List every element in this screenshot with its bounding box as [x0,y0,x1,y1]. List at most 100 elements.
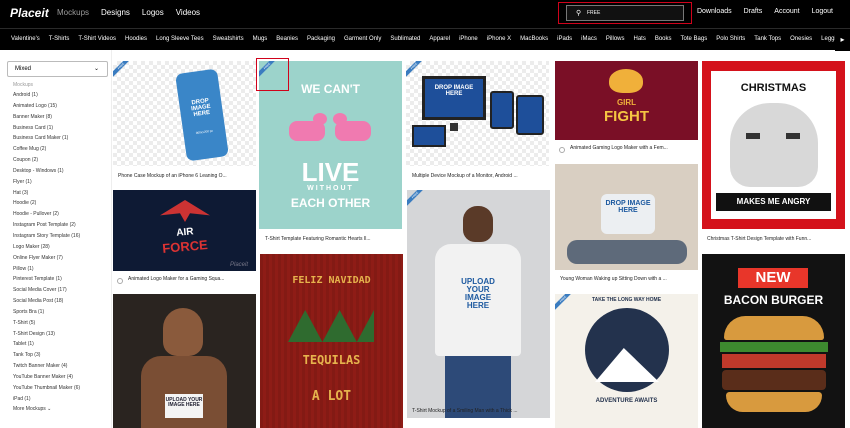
tshirt-image: UPLOAD YOUR IMAGE HERE [435,244,521,356]
sidebar-filter-item[interactable]: Android (1) [13,90,104,101]
category-link[interactable]: Books [655,36,672,42]
sidebar-filter-item[interactable]: YouTube Thumbnail Maker (6) [13,383,104,394]
tile-air-force-logo[interactable]: AIR FORCE Placeit [113,190,256,271]
category-link[interactable]: Polo Shirts [716,36,745,42]
sidebar-filter-item[interactable]: T-Shirt Design (13) [13,329,104,340]
account-nav: Downloads Drafts Account Logout [697,8,833,15]
sidebar-filter-item[interactable]: Business Card (1) [13,123,104,134]
category-link[interactable]: Sweatshirts [213,36,244,42]
category-link[interactable]: Tank Tops [754,36,781,42]
sidebar-filter-item[interactable]: Logo Maker (28) [13,242,104,253]
tile-caption[interactable]: T-Shirt Mockup of a Smiling Man with a T… [412,408,550,417]
placeit-logo[interactable]: Placeit [10,6,49,20]
sidebar-filter-item[interactable]: Coffee Mug (2) [13,144,104,155]
tile-phone-case[interactable]: DROP IMAGE HERE 900x1200 px [113,61,256,166]
play-icon[interactable] [559,147,565,153]
sidebar-filter-item[interactable]: Banner Maker (8) [13,112,104,123]
tile-pillow[interactable]: DROP IMAGE HERE [555,164,698,270]
category-link[interactable]: Valentine's [11,36,40,42]
sidebar-filter-item[interactable]: Instagram Post Template (2) [13,220,104,231]
sidebar-filter-item[interactable]: Desktop - Windows (1) [13,166,104,177]
tile-christmas-sweater[interactable]: FELIZ NAVIDAD TEQUILAS A LOT [260,254,403,428]
category-link[interactable]: Garment Only [344,36,381,42]
category-link[interactable]: Onesies [790,36,812,42]
sidebar-filter-item[interactable]: Tablet (1) [13,339,104,350]
sidebar-section-title: Mockups [13,82,34,88]
tile-caption[interactable]: Christmas T-Shirt Design Template with F… [707,236,845,245]
sidebar-filter-item[interactable]: T-Shirt (5) [13,318,104,329]
nav-drafts[interactable]: Drafts [744,8,763,15]
tile-caption[interactable]: Animated Logo Maker for a Gaming Squa... [128,276,256,285]
sidebar-filter-item[interactable]: Flyer (1) [13,177,104,188]
sidebar-filter-item[interactable]: Animated Logo (15) [13,101,104,112]
tile-sports-bra[interactable]: UPLOAD YOUR IMAGE HERE [113,294,256,428]
category-link[interactable]: Tote Bags [681,36,708,42]
filter-dropdown[interactable]: Mixed ⌄ [7,61,108,77]
category-link[interactable]: Packaging [307,36,335,42]
free-badge: FREE [555,294,573,312]
category-link[interactable]: Beanies [276,36,298,42]
category-link[interactable]: Pillows [606,36,625,42]
nav-downloads[interactable]: Downloads [697,8,732,15]
sidebar-filter-item[interactable]: Pinterest Template (1) [13,274,104,285]
category-link[interactable]: Mugs [253,36,268,42]
category-link[interactable]: Hoodies [125,36,147,42]
category-link[interactable]: Long Sleeve Tees [156,36,204,42]
pillow-image: DROP IMAGE HERE [601,194,655,234]
sidebar-filter-item[interactable]: YouTube Banner Maker (4) [13,372,104,383]
sidebar-filter-item[interactable]: Online Flyer Maker (7) [13,253,104,264]
nav-account[interactable]: Account [774,8,799,15]
laptop-image [412,125,446,147]
category-link[interactable]: Sublimated [390,36,420,42]
category-link[interactable]: iPhone X [487,36,511,42]
search-input[interactable]: ⚲ FREE [566,5,684,21]
category-link[interactable]: iMacs [581,36,597,42]
sidebar-filter-item[interactable]: Pillow (1) [13,264,104,275]
category-link[interactable]: MacBooks [520,36,548,42]
sidebar-filter-item[interactable]: Business Card Maker (1) [13,133,104,144]
category-link[interactable]: Hats [634,36,646,42]
category-link[interactable]: Apparel [429,36,450,42]
tile-smiling-man[interactable]: UPLOAD YOUR IMAGE HERE [407,190,550,418]
tile-girl-fight-logo[interactable]: GIRL FIGHT [555,61,698,140]
phone-case-image: DROP IMAGE HERE 900x1200 px [175,68,229,162]
tablet-image [516,95,544,135]
sidebar-filter-item[interactable]: Sports Bra (1) [13,307,104,318]
nav-videos[interactable]: Videos [176,8,200,17]
tile-caption[interactable]: Young Woman Waking up Sitting Down with … [560,276,698,285]
tile-caption[interactable]: Multiple Device Mockup of a Monitor, And… [412,173,549,182]
nav-designs[interactable]: Designs [101,8,130,17]
nav-logos[interactable]: Logos [142,8,164,17]
character-graphic [609,69,643,93]
sidebar-filter-item[interactable]: Social Media Cover (17) [13,285,104,296]
jet-graphic [160,200,210,222]
sidebar-filter-item[interactable]: Coupon (2) [13,155,104,166]
category-link[interactable]: T-Shirt Videos [78,36,116,42]
sidebar-filter-item[interactable]: Hoodie - Pullover (2) [13,209,104,220]
category-link[interactable]: iPhone [459,36,478,42]
sidebar-filter-item[interactable]: Twitch Banner Maker (4) [13,361,104,372]
sidebar-filter-item[interactable]: Instagram Story Template (16) [13,231,104,242]
top-bar: Placeit Mockups Designs Logos Videos ⚲ F… [0,0,850,28]
sidebar-filter-item[interactable]: Hat (3) [13,188,104,199]
tile-christmas-cat[interactable]: CHRISTMAS MAKES ME ANGRY [702,61,845,229]
nav-logout[interactable]: Logout [812,8,833,15]
dogs-graphic [287,109,373,154]
category-link[interactable]: T-Shirts [49,36,70,42]
tile-caption[interactable]: Animated Gaming Logo Maker with a Fem... [570,145,698,154]
sidebar-filter-item[interactable]: Hoodie (2) [13,198,104,209]
tile-long-way-home[interactable]: TAKE THE LONG WAY HOME ADVENTURE AWAITS [555,294,698,428]
more-mockups-link[interactable]: More Mockups ⌄ [13,404,104,415]
sidebar-filter-item[interactable]: Social Media Post (18) [13,296,104,307]
nav-mockups[interactable]: Mockups [57,8,89,17]
chevron-down-icon: ⌄ [93,66,99,72]
tile-caption[interactable]: Phone Case Mockup of an iPhone 6 Leaning… [118,173,256,182]
chevron-right-icon[interactable]: ▸ [835,29,850,51]
sidebar-filter-item[interactable]: Tank Top (3) [13,350,104,361]
sidebar-filter-item[interactable]: iPad (1) [13,394,104,405]
play-icon[interactable] [117,278,123,284]
category-link[interactable]: iPads [557,36,572,42]
tile-bacon-burger[interactable]: NEW BACON BURGER [702,254,845,428]
tile-multi-device[interactable]: DROP IMAGE HERE [406,61,549,166]
tile-caption[interactable]: T-Shirt Template Featuring Romantic Hear… [265,236,402,245]
